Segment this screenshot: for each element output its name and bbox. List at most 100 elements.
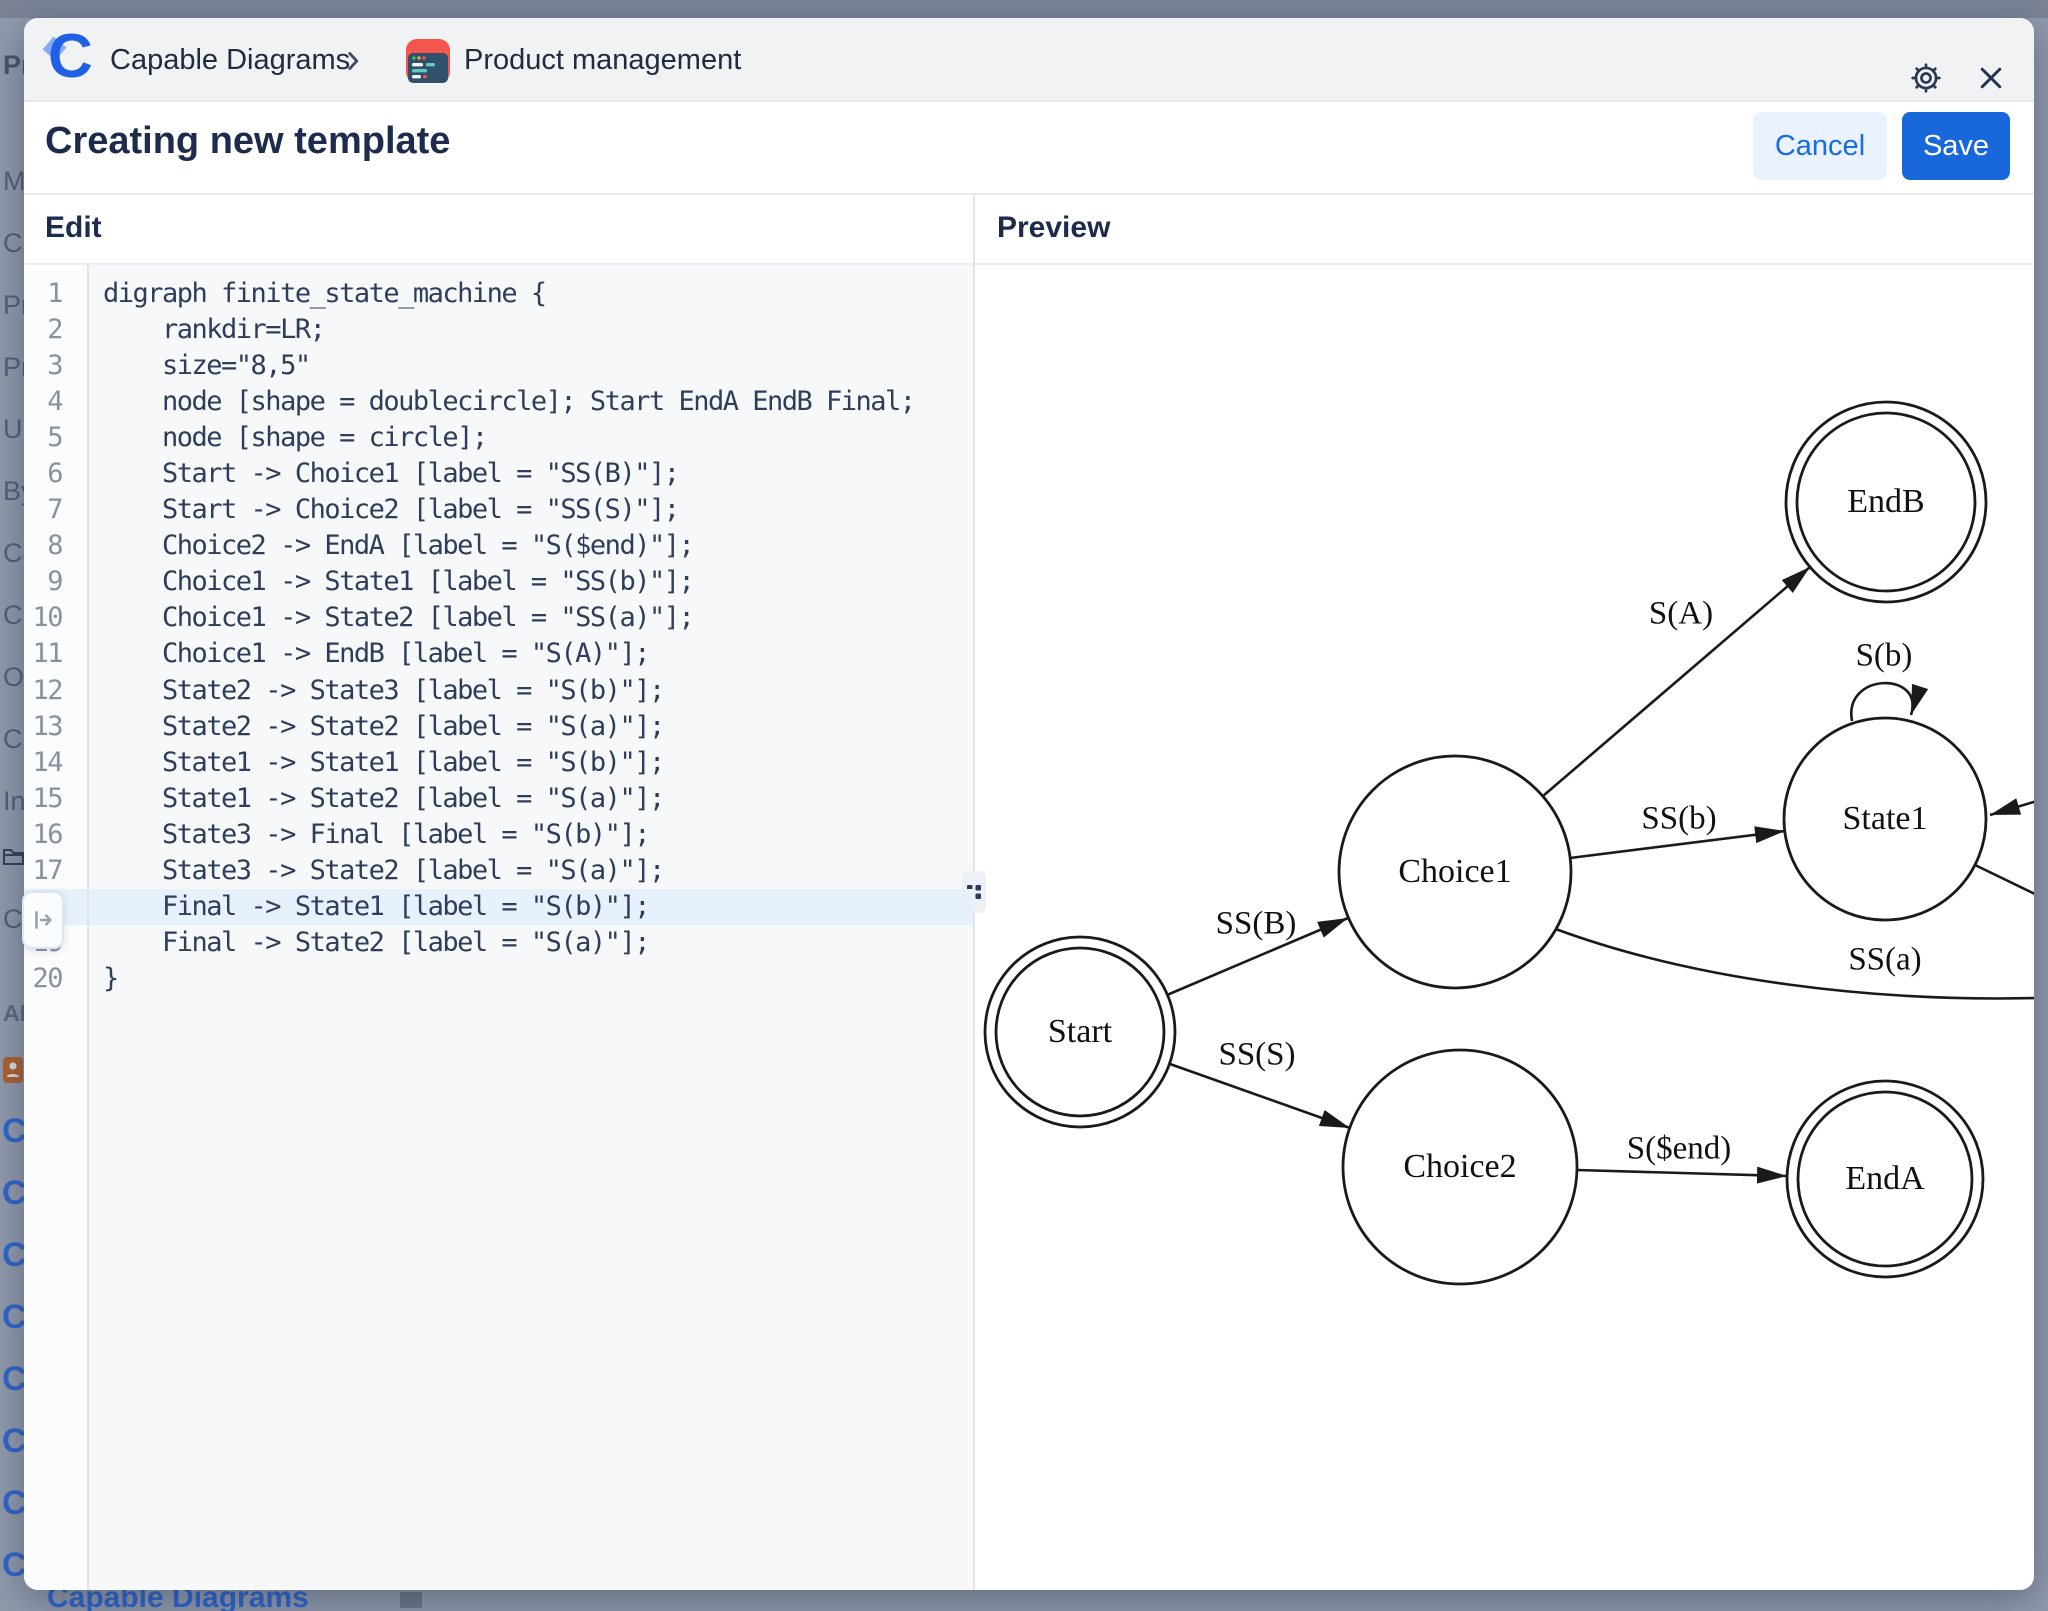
diagram-edge-Choice2-EndA: S($end) <box>1577 1131 1787 1176</box>
diagram-edge-Choice1-State2: SS(a) <box>1553 928 2034 998</box>
background-logo-icon: C <box>2 1236 27 1275</box>
diagram-edge-Final-State1 <box>1990 801 2034 815</box>
code-text: State1 -> State2 [label = "S(a)"]; <box>87 783 664 814</box>
node-label: EndA <box>1845 1160 1925 1197</box>
code-line[interactable]: 4 node [shape = doublecircle]; Start End… <box>24 383 973 419</box>
background-logo-icon: C <box>2 1360 27 1399</box>
code-text: Final -> State2 [label = "S(a)"]; <box>87 927 649 958</box>
code-text: Choice1 -> State2 [label = "SS(a)"]; <box>87 602 693 633</box>
code-text: size="8,5" <box>87 350 310 381</box>
code-text: digraph finite_state_machine { <box>87 278 546 309</box>
breadcrumb-app-name[interactable]: Capable Diagrams <box>110 18 350 102</box>
background-logo-icon: C <box>2 1546 27 1585</box>
code-line[interactable]: 11 Choice1 -> EndB [label = "S(A)"]; <box>24 636 973 672</box>
chevron-right-icon <box>340 48 366 79</box>
code-line[interactable]: 2 rankdir=LR; <box>24 311 973 347</box>
edge-label: S($end) <box>1627 1131 1731 1167</box>
code-line[interactable]: 3 size="8,5" <box>24 347 973 383</box>
code-line[interactable]: 16 State3 -> Final [label = "S(b)"]; <box>24 816 973 852</box>
diagram-edge-Start-Choice1: SS(B) <box>1167 906 1348 995</box>
line-number: 6 <box>24 458 87 489</box>
diagram-node-Start: Start <box>985 937 1175 1127</box>
background-logo-icon: C <box>2 1174 27 1213</box>
code-lines: 1digraph finite_state_machine {2 rankdir… <box>24 275 973 997</box>
background-logo-icon: C <box>2 1112 27 1151</box>
code-line[interactable]: 14 State1 -> State1 [label = "S(b)"]; <box>24 744 973 780</box>
edge-label: SS(S) <box>1218 1037 1295 1073</box>
code-line[interactable]: 6 Start -> Choice1 [label = "SS(B)"]; <box>24 455 973 491</box>
breadcrumb-page-name[interactable]: Product management <box>464 18 741 102</box>
modal-title-row: Creating new template <box>24 102 2034 193</box>
line-number: 4 <box>24 386 87 417</box>
node-label: Start <box>1048 1013 1113 1050</box>
diagram-node-State1: State1 <box>1784 718 1986 920</box>
code-text: node [shape = doublecircle]; Start EndA … <box>87 386 915 417</box>
expand-panel-icon <box>30 907 56 933</box>
code-line[interactable]: 10 Choice1 -> State2 [label = "SS(a)"]; <box>24 600 973 636</box>
background-text-fragment: O <box>3 662 24 693</box>
line-number: 9 <box>24 566 87 597</box>
line-number: 16 <box>24 819 87 850</box>
divider <box>24 193 2034 195</box>
line-number: 10 <box>24 602 87 633</box>
code-text: Choice1 -> EndB [label = "S(A)"]; <box>87 638 649 669</box>
background-scrollbar-fragment <box>400 1592 422 1608</box>
line-number: 3 <box>24 350 87 381</box>
code-text: } <box>87 963 118 994</box>
code-text: State3 -> State2 [label = "S(a)"]; <box>87 855 664 886</box>
page-title: Creating new template <box>45 120 450 163</box>
code-line[interactable]: 13 State2 -> State2 [label = "S(a)"]; <box>24 708 973 744</box>
code-text: Start -> Choice1 [label = "SS(B)"]; <box>87 458 678 489</box>
state-machine-diagram: SS(B) SS(S) S($end) SS(b) SS(a) S(A) S(b) EndB S… <box>975 265 2034 1590</box>
close-icon <box>1976 63 2006 93</box>
code-line[interactable]: 18 Final -> State1 [label = "S(b)"]; <box>24 889 973 925</box>
edge-label: SS(B) <box>1216 906 1297 942</box>
edit-panel-header: Edit <box>45 211 102 245</box>
template-editor-modal: C Capable Diagrams <box>24 18 2034 1590</box>
preview-panel-header: Preview <box>997 211 1110 245</box>
breadcrumb: C Capable Diagrams <box>24 18 2034 102</box>
code-line[interactable]: 5 node [shape = circle]; <box>24 419 973 455</box>
code-line[interactable]: 20} <box>24 961 973 997</box>
background-logo-icon: C <box>2 1298 27 1337</box>
diagram-node-Choice1: Choice1 <box>1339 756 1571 988</box>
gear-icon <box>1909 61 1943 95</box>
background-text-fragment: M <box>3 166 26 197</box>
code-line[interactable]: 1digraph finite_state_machine { <box>24 275 973 311</box>
diagram-edge-State1-State1: S(b) <box>1851 638 1912 721</box>
close-button[interactable] <box>1973 60 2009 96</box>
folder-icon <box>2 846 26 872</box>
screen: PrMClPrPrUlByCaCaOClInCrAPCCCCCCCC Capab… <box>0 0 2048 1611</box>
line-number: 7 <box>24 494 87 525</box>
diagram-preview: SS(B) SS(S) S($end) SS(b) SS(a) S(A) S(b) EndB S… <box>975 265 2034 1590</box>
code-text: Choice1 -> State1 [label = "SS(b)"]; <box>87 566 693 597</box>
line-number: 14 <box>24 747 87 778</box>
node-label: Choice1 <box>1398 853 1511 890</box>
diagram-edge-State1-State2 <box>1975 865 2034 895</box>
code-line[interactable]: 12 State2 -> State3 [label = "S(b)"]; <box>24 672 973 708</box>
cancel-button[interactable]: Cancel <box>1753 112 1887 180</box>
person-icon <box>2 1056 24 1089</box>
diagram-node-Choice2: Choice2 <box>1343 1050 1577 1284</box>
code-line[interactable]: 17 State3 -> State2 [label = "S(a)"]; <box>24 853 973 889</box>
code-line[interactable]: 7 Start -> Choice2 [label = "SS(S)"]; <box>24 492 973 528</box>
code-line[interactable]: 15 State1 -> State2 [label = "S(a)"]; <box>24 780 973 816</box>
code-text: Final -> State1 [label = "S(b)"]; <box>87 891 649 922</box>
gutter-divider <box>87 265 89 1590</box>
expand-panel-button[interactable] <box>22 891 64 949</box>
code-line[interactable]: 9 Choice1 -> State1 [label = "SS(b)"]; <box>24 564 973 600</box>
code-line[interactable]: 19 Final -> State2 [label = "S(a)"]; <box>24 925 973 961</box>
code-editor[interactable]: 1digraph finite_state_machine {2 rankdir… <box>24 265 973 1590</box>
save-button[interactable]: Save <box>1902 112 2010 180</box>
code-text: node [shape = circle]; <box>87 422 487 453</box>
capable-diagrams-logo: C <box>46 32 96 88</box>
line-number: 5 <box>24 422 87 453</box>
product-management-icon <box>406 39 450 88</box>
diagram-node-EndB: EndB <box>1786 402 1986 602</box>
diagram-edge-Choice1-State1: SS(b) <box>1570 801 1785 858</box>
line-number: 1 <box>24 278 87 309</box>
edge-label: S(A) <box>1649 596 1713 632</box>
code-line[interactable]: 8 Choice2 -> EndA [label = "S($end)"]; <box>24 528 973 564</box>
settings-button[interactable] <box>1908 60 1944 96</box>
diagram-edge-Start-Choice2: SS(S) <box>1170 1037 1350 1128</box>
